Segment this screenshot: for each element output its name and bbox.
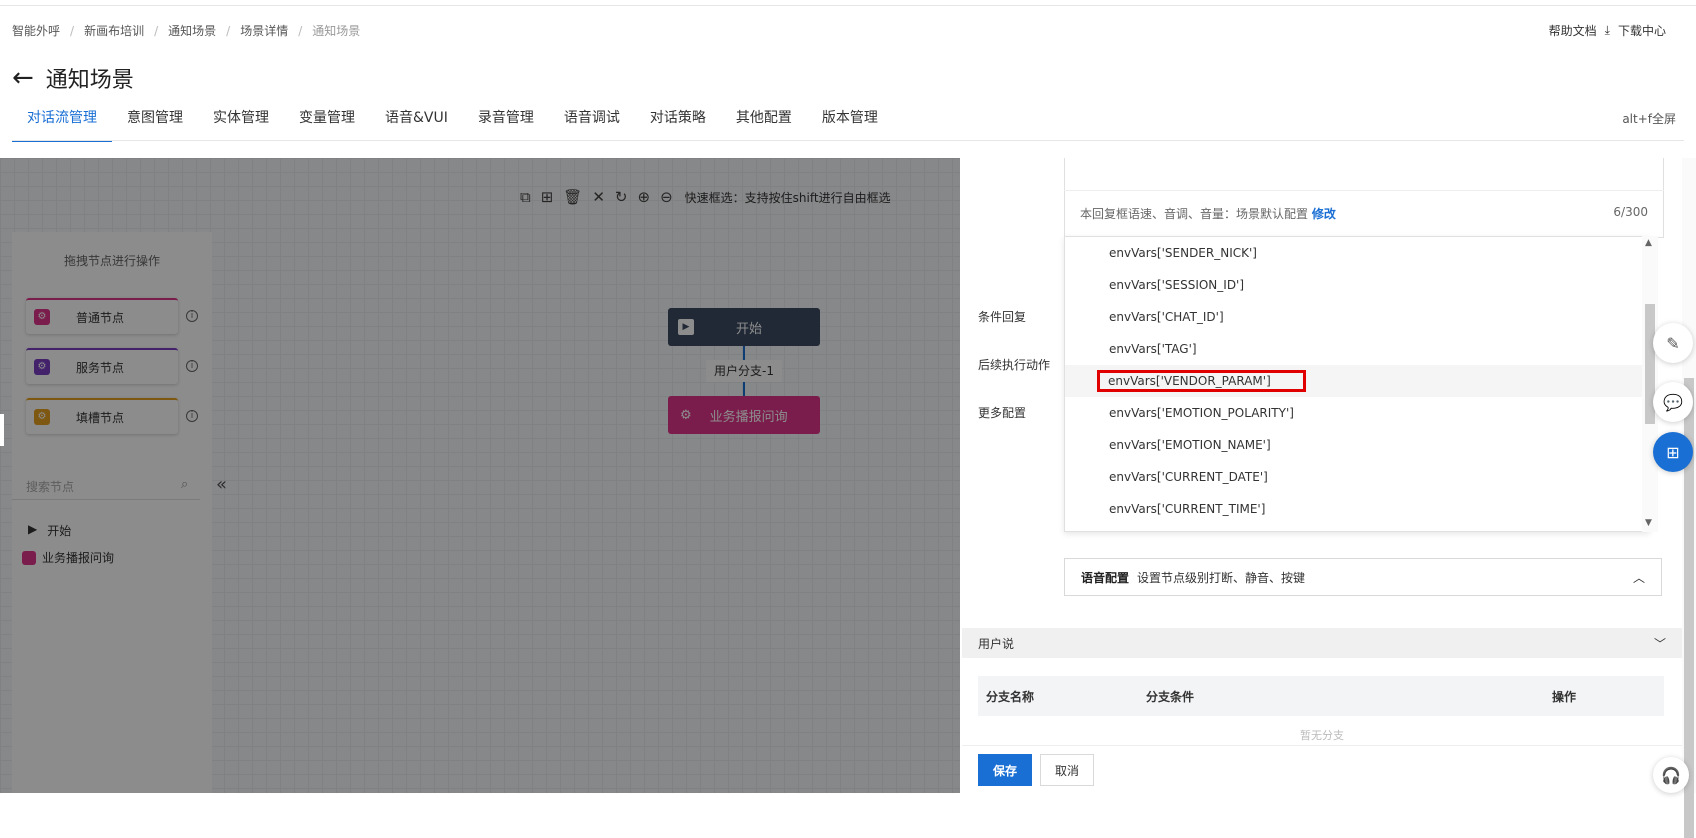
char-count: 6/300 [1613, 205, 1648, 219]
modal-overlay[interactable] [0, 158, 960, 793]
save-button[interactable]: 保存 [978, 753, 1033, 786]
tab-voice-vui[interactable]: 语音&VUI [370, 106, 463, 140]
variable-dropdown: envVars['SENDER_NICK'] envVars['SESSION_… [1064, 236, 1650, 532]
drawer-handle[interactable] [0, 414, 4, 446]
top-right-links: 帮助文档 ⤓ 下载中心 [1549, 22, 1666, 39]
tabs-divider [12, 140, 1684, 141]
tab-dialog-strategy[interactable]: 对话策略 [635, 106, 721, 140]
breadcrumb-current: 通知场景 [312, 24, 361, 38]
col-branch-condition: 分支条件 [1146, 689, 1195, 704]
dropdown-option[interactable]: envVars['CURRENT_TIME'] [1065, 493, 1649, 525]
cancel-button[interactable]: 取消 [1040, 753, 1095, 786]
chevron-up-icon: ︿ [1632, 570, 1645, 585]
breadcrumb: 智能外呼 / 新画布培训 / 通知场景 / 场景详情 / 通知场景 [12, 22, 361, 39]
branch-table-header: 分支名称 分支条件 操作 [978, 676, 1664, 716]
condition-reply-label: 条件回复 [978, 310, 1027, 324]
back-arrow-icon[interactable]: ← [12, 63, 34, 93]
tab-intent[interactable]: 意图管理 [112, 106, 198, 140]
dropdown-option[interactable]: envVars['SESSION_ID'] [1065, 269, 1649, 301]
tab-recording[interactable]: 录音管理 [463, 106, 549, 140]
tab-variable[interactable]: 变量管理 [284, 106, 370, 140]
download-icon: ⤓ [1604, 23, 1610, 37]
dropdown-option[interactable]: envVars['EMOTION_POLARITY'] [1065, 397, 1649, 429]
voice-config-title: 语音配置 [1081, 570, 1130, 585]
tab-bar: 对话流管理 意图管理 实体管理 变量管理 语音&VUI 录音管理 语音调试 对话… [12, 106, 893, 142]
user-says-label: 用户说 [978, 636, 1015, 651]
dropdown-option[interactable]: envVars['TAG'] [1065, 333, 1649, 365]
more-config-label: 更多配置 [978, 406, 1027, 420]
col-branch-name: 分支名称 [986, 689, 1035, 704]
top-bar [0, 0, 1696, 6]
fullscreen-hint[interactable]: alt+f全屏 [1622, 110, 1676, 127]
voice-config-collapse[interactable]: 语音配置 设置节点级别打断、静音、按键 ︿ [1064, 558, 1662, 596]
tab-version[interactable]: 版本管理 [807, 106, 893, 140]
apps-icon[interactable]: ⊞ [1653, 432, 1693, 472]
breadcrumb-item[interactable]: 场景详情 [240, 22, 288, 39]
drawer-scrollbar[interactable] [1682, 158, 1696, 838]
drawer-footer: 保存 取消 [962, 745, 1682, 793]
dropdown-option-highlighted[interactable]: envVars['VENDOR_PARAM'] [1065, 365, 1649, 397]
chat-icon[interactable]: 💬 [1653, 382, 1693, 422]
dropdown-scrollbar[interactable]: ▲ ▼ [1642, 236, 1658, 532]
voice-config-desc: 设置节点级别打断、静音、按键 [1137, 570, 1306, 585]
reply-footer: 本回复框语速、音调、音量：场景默认配置 修改 6/300 [1064, 190, 1664, 236]
download-center-link[interactable]: 下载中心 [1618, 22, 1666, 39]
chevron-down-icon: ﹀ [1653, 636, 1666, 651]
tab-other-config[interactable]: 其他配置 [721, 106, 807, 140]
breadcrumb-item[interactable]: 智能外呼 [12, 22, 60, 39]
empty-branches: 暂无分支 [1300, 729, 1344, 742]
tab-voice-debug[interactable]: 语音调试 [549, 106, 635, 140]
tab-dialog-flow[interactable]: 对话流管理 [12, 106, 112, 142]
page-title: 通知场景 [45, 68, 134, 93]
help-doc-link[interactable]: 帮助文档 [1549, 22, 1597, 39]
scroll-down-icon[interactable]: ▼ [1645, 518, 1652, 528]
edit-icon[interactable]: ✎ [1653, 323, 1693, 363]
followup-label: 后续执行动作 [978, 358, 1051, 372]
headset-icon[interactable]: 🎧 [1653, 757, 1689, 793]
reply-voice-text: 本回复框语速、音调、音量：场景默认配置 [1080, 207, 1309, 221]
dropdown-option[interactable]: envVars['SENDER_NICK'] [1065, 237, 1649, 269]
dropdown-option[interactable]: envVars['CHAT_ID'] [1065, 301, 1649, 333]
dropdown-option[interactable]: envVars['CURRENT_DATE'] [1065, 461, 1649, 493]
user-says-section[interactable]: 用户说 ﹀ [962, 628, 1682, 658]
modify-link[interactable]: 修改 [1312, 207, 1336, 221]
col-actions: 操作 [1552, 689, 1577, 704]
scroll-up-icon[interactable]: ▲ [1645, 238, 1652, 248]
dropdown-option[interactable]: envVars['EMOTION_NAME'] [1065, 429, 1649, 461]
breadcrumb-item[interactable]: 通知场景 [168, 22, 216, 39]
breadcrumb-item[interactable]: 新画布培训 [84, 22, 144, 39]
tab-entity[interactable]: 实体管理 [198, 106, 284, 140]
page-header: ← 通知场景 [12, 62, 134, 94]
